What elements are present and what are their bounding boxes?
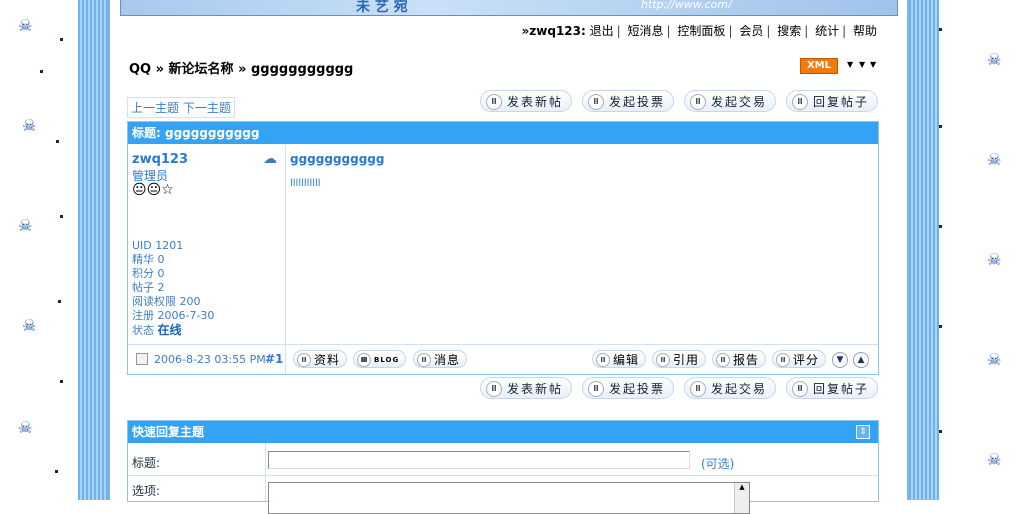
skull-icon: ☠ — [22, 116, 37, 135]
dropdown-icon[interactable]: ▼ — [870, 60, 876, 69]
post-floor[interactable]: #1 — [265, 352, 283, 366]
circle-icon: Ⅲ — [656, 353, 670, 367]
skull-icon: ☠ — [987, 450, 1002, 469]
stat-regdate: 注册 2006-7-30 — [132, 309, 215, 322]
new-thread-button-bottom[interactable]: Ⅲ 发表新帖 — [480, 377, 573, 399]
nav-members[interactable]: 会员 — [739, 24, 763, 38]
circle-icon: Ⅲ — [690, 381, 706, 397]
nav-stats[interactable]: 统计 — [815, 24, 839, 38]
select-checkbox[interactable] — [136, 353, 148, 365]
stat-uid: UID 1201 — [132, 239, 184, 252]
arrow-up-icon[interactable]: ▲ — [853, 352, 869, 368]
circle-icon: Ⅲ — [690, 94, 706, 110]
options-label: 选项: — [132, 484, 161, 498]
quote-button[interactable]: Ⅲ 引用 — [652, 350, 707, 368]
subject-input[interactable] — [268, 451, 690, 469]
breadcrumb[interactable]: QQ » 新论坛名称 » ggggggggggg — [129, 58, 353, 77]
forum-page: 未 艺 宛 http://www.com/ »zwq123: 退出 | 短消息 | … — [110, 0, 907, 514]
collapse-icon[interactable]: ⇕ — [856, 425, 870, 439]
next-topic-link[interactable]: 下一主题 — [183, 101, 231, 115]
new-poll-button[interactable]: Ⅲ 发起投票 — [582, 90, 675, 112]
message-button[interactable]: Ⅲ 消息 — [413, 350, 468, 368]
reply-button-bottom[interactable]: Ⅲ 回复帖子 — [786, 377, 879, 399]
circle-icon: Ⅲ — [297, 353, 311, 367]
circle-icon: Ⅲ — [588, 94, 604, 110]
nav-control-panel[interactable]: 控制面板 — [677, 24, 725, 38]
quick-reply-panel: 快速回复主题 ⇕ 标题: (可选) 选项: ▲ — [127, 420, 879, 514]
stat-digest: 精华 0 — [132, 253, 165, 266]
skull-icon: ☠ — [18, 16, 33, 35]
skull-icon: ☠ — [22, 316, 37, 335]
nav-search[interactable]: 搜索 — [777, 24, 801, 38]
circle-icon: Ⅲ — [588, 381, 604, 397]
nav-logout[interactable]: 退出 — [590, 24, 614, 38]
post-date: 2006-8-23 03:55 PM — [154, 353, 266, 366]
circle-icon: Ⅲ — [596, 353, 610, 367]
nav-help[interactable]: 帮助 — [853, 24, 877, 38]
skull-icon: ☠ — [18, 418, 33, 437]
post-table: 标题: ggggggggggg zwq123 ☁ 管理员 😐😐☆ UID 120… — [127, 121, 879, 375]
blog-button[interactable]: Ⅲ BLOG — [353, 350, 407, 368]
new-thread-button[interactable]: Ⅲ 发表新帖 — [480, 90, 573, 112]
author-panel: zwq123 ☁ 管理员 😐😐☆ UID 1201 精华 0 积分 0 帖子 2… — [128, 145, 286, 344]
profile-button[interactable]: Ⅲ 资料 — [293, 350, 348, 368]
stat-posts: 帖子 2 — [132, 281, 165, 294]
new-poll-button-bottom[interactable]: Ⅲ 发起投票 — [582, 377, 675, 399]
circle-icon: Ⅲ — [486, 381, 502, 397]
post-content: ggggggggggg lllllllllll — [290, 152, 385, 189]
dropdown-icon[interactable]: ▼ — [847, 60, 853, 69]
subject-label: 标题: — [132, 456, 161, 470]
right-background: ☠ ☠ ☠ ☠ ☠ — [937, 0, 1023, 500]
skull-icon: ☠ — [987, 50, 1002, 69]
stat-status: 状态 在线 — [132, 323, 182, 337]
top-navigation: »zwq123: 退出 | 短消息 | 控制面板 | 会员 | 搜索 | 统计 | 帮助 — [521, 24, 877, 38]
rate-button[interactable]: Ⅲ 评分 — [772, 350, 827, 368]
post-body: lllllllllll — [290, 178, 321, 189]
topic-navigation: 上一主题 下一主题 — [127, 97, 235, 118]
online-status-icon: ☁ — [263, 151, 277, 167]
author-stats: UID 1201 精华 0 积分 0 帖子 2 阅读权限 200 注册 2006… — [132, 239, 214, 338]
circle-icon: Ⅲ — [357, 353, 371, 367]
skull-icon: ☠ — [987, 350, 1002, 369]
skull-icon: ☠ — [987, 250, 1002, 269]
author-name[interactable]: zwq123 — [132, 152, 188, 167]
prev-topic-link[interactable]: 上一主题 — [131, 101, 179, 115]
header-banner: 未 艺 宛 http://www.com/ — [120, 0, 898, 16]
scrollbar[interactable]: ▲ — [734, 483, 749, 513]
message-textarea[interactable]: ▲ — [268, 482, 750, 514]
circle-icon: Ⅲ — [486, 94, 502, 110]
skull-icon: ☠ — [987, 150, 1002, 169]
left-border-stripe — [78, 0, 110, 500]
new-trade-button-bottom[interactable]: Ⅲ 发起交易 — [684, 377, 777, 399]
arrow-down-icon[interactable]: ▼ — [832, 352, 848, 368]
new-trade-button[interactable]: Ⅲ 发起交易 — [684, 90, 777, 112]
nav-messages[interactable]: 短消息 — [628, 24, 664, 38]
quick-reply-title: 快速回复主题 — [128, 421, 878, 443]
circle-icon: Ⅲ — [792, 381, 808, 397]
circle-icon: Ⅲ — [792, 94, 808, 110]
edit-button[interactable]: Ⅲ 编辑 — [592, 350, 647, 368]
circle-icon: Ⅲ — [417, 353, 431, 367]
post-subject: ggggggggggg — [290, 152, 385, 166]
stat-credits: 积分 0 — [132, 267, 165, 280]
reply-button[interactable]: Ⅲ 回复帖子 — [786, 90, 879, 112]
banner-text: 未 艺 宛 — [356, 0, 408, 15]
rank-icons: 😐😐☆ — [132, 182, 174, 198]
post-title-bar: 标题: ggggggggggg — [128, 122, 878, 144]
banner-url: http://www.com/ — [641, 0, 732, 11]
xml-feed-button[interactable]: XML — [800, 58, 838, 74]
circle-icon: Ⅲ — [776, 353, 790, 367]
dropdown-icon[interactable]: ▼ — [859, 60, 865, 69]
post-footer: 2006-8-23 03:55 PM #1 Ⅲ 资料 Ⅲ BLOG Ⅲ 消息 Ⅲ 编辑 … — [128, 344, 878, 374]
report-button[interactable]: Ⅲ 报告 — [712, 350, 767, 368]
circle-icon: Ⅲ — [716, 353, 730, 367]
right-border-stripe — [907, 0, 939, 500]
username: zwq123: — [529, 24, 586, 38]
optional-hint: (可选) — [701, 457, 735, 471]
left-background: ☠ ☠ ☠ ☠ ☠ — [0, 0, 78, 500]
skull-icon: ☠ — [18, 216, 33, 235]
stat-readperm: 阅读权限 200 — [132, 295, 201, 308]
